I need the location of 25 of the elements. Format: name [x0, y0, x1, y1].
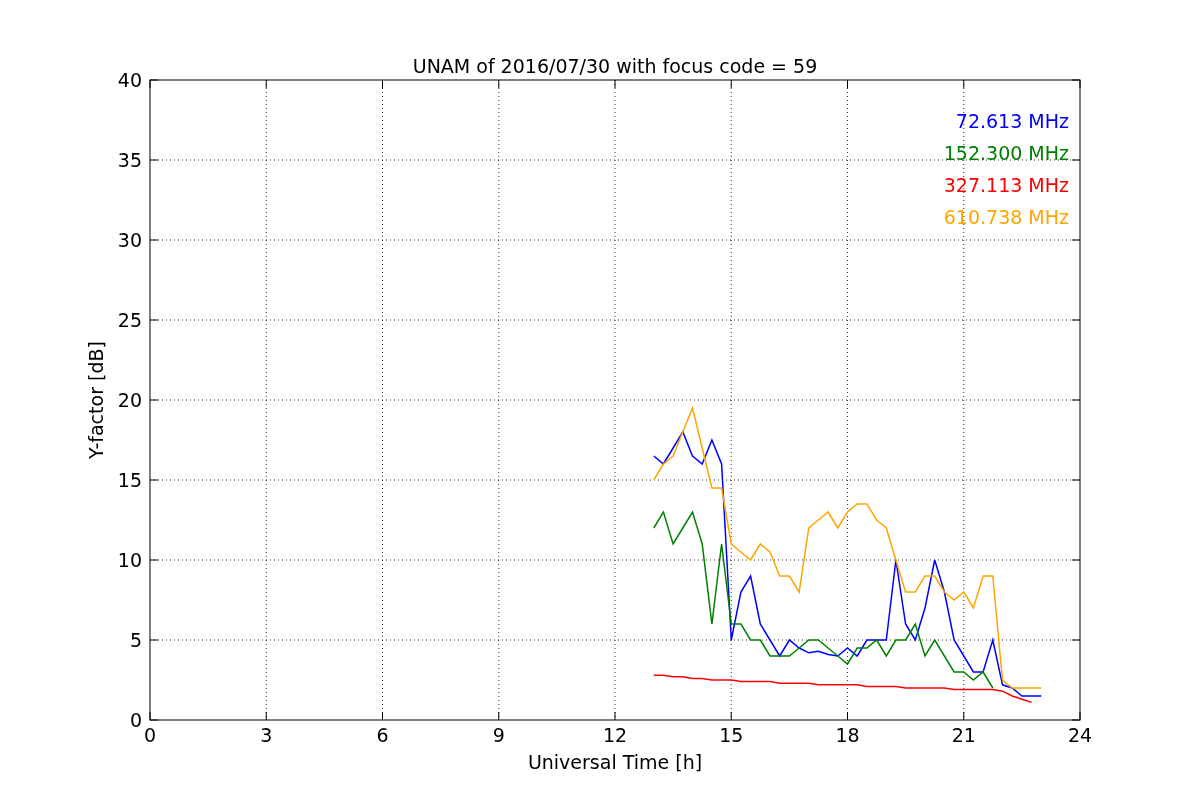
x-tick-label: 18 — [835, 724, 860, 746]
legend-entry: 327.113 MHz — [943, 174, 1069, 196]
y-tick-label: 20 — [117, 389, 142, 411]
legend-entry: 152.300 MHz — [943, 142, 1069, 164]
x-tick-label: 15 — [719, 724, 744, 746]
x-tick-label: 21 — [951, 724, 976, 746]
y-tick-label: 0 — [129, 709, 142, 731]
x-tick-label: 3 — [260, 724, 273, 746]
y-tick-label: 30 — [117, 229, 142, 251]
chart-title: UNAM of 2016/07/30 with focus code = 59 — [412, 55, 818, 77]
y-axis-label: Y-factor [dB] — [85, 341, 107, 459]
x-tick-label: 9 — [492, 724, 505, 746]
x-tick-label: 12 — [602, 724, 628, 746]
x-tick-label: 24 — [1067, 724, 1093, 746]
y-tick-label: 40 — [117, 69, 142, 91]
legend-entry: 610.738 MHz — [943, 206, 1069, 228]
x-axis-label: Universal Time [h] — [527, 751, 703, 773]
y-tick-label: 15 — [117, 469, 142, 491]
x-tick-label: 6 — [376, 724, 389, 746]
x-tick-label: 0 — [143, 724, 157, 746]
y-tick-label: 35 — [117, 149, 142, 171]
y-tick-label: 25 — [117, 309, 142, 331]
y-tick-label: 10 — [117, 549, 142, 571]
y-tick-label: 5 — [129, 629, 142, 651]
legend-entry: 72.613 MHz — [955, 110, 1069, 132]
